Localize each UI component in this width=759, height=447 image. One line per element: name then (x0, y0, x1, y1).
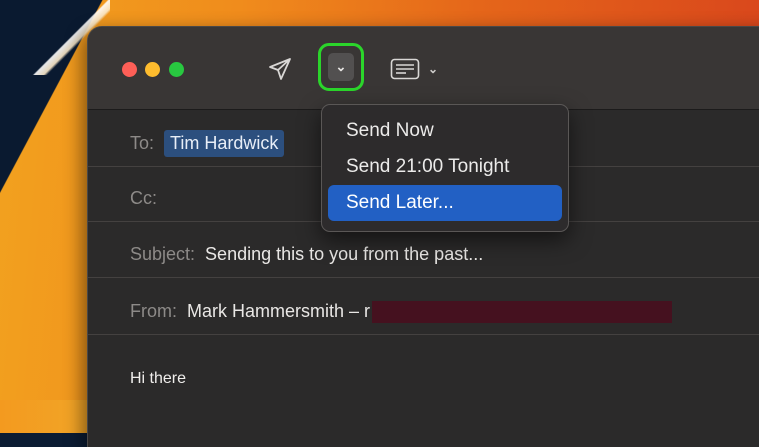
header-fields-icon (390, 58, 420, 80)
chevron-down-icon: ⌄ (328, 53, 354, 81)
send-options-dropdown-button[interactable]: ⌄ (318, 43, 364, 91)
close-window-button[interactable] (122, 62, 137, 77)
menu-item-send-tonight[interactable]: Send 21:00 Tonight (328, 149, 562, 185)
cc-label: Cc: (130, 188, 157, 208)
from-value: Mark Hammersmith – r (187, 301, 371, 321)
subject-field[interactable]: Subject: Sending this to you from the pa… (88, 232, 759, 278)
recipient-token[interactable]: Tim Hardwick (164, 130, 285, 157)
compose-window: ⌄ ⌄ To: Tim Hardwick Cc: Subject: Sendin… (88, 27, 759, 447)
from-label: From: (130, 301, 177, 321)
toolbar: ⌄ ⌄ (88, 27, 759, 110)
subject-value: Sending this to you from the past... (205, 244, 484, 264)
header-fields-button[interactable]: ⌄ (390, 55, 442, 83)
message-body[interactable]: Hi there (130, 370, 186, 388)
send-button[interactable] (262, 51, 298, 87)
chevron-down-icon: ⌄ (428, 62, 439, 76)
menu-item-send-later[interactable]: Send Later... (328, 185, 562, 221)
send-options-menu: Send Now Send 21:00 Tonight Send Later..… (321, 104, 569, 232)
subject-label: Subject: (130, 244, 196, 264)
to-label: To: (130, 133, 155, 153)
menu-item-send-now[interactable]: Send Now (328, 113, 562, 149)
paper-plane-icon (269, 58, 291, 80)
redacted-email (372, 300, 673, 323)
from-field[interactable]: From: Mark Hammersmith – r (88, 289, 759, 335)
zoom-window-button[interactable] (169, 62, 184, 77)
minimize-window-button[interactable] (145, 62, 160, 77)
wallpaper-corner (0, 400, 95, 433)
